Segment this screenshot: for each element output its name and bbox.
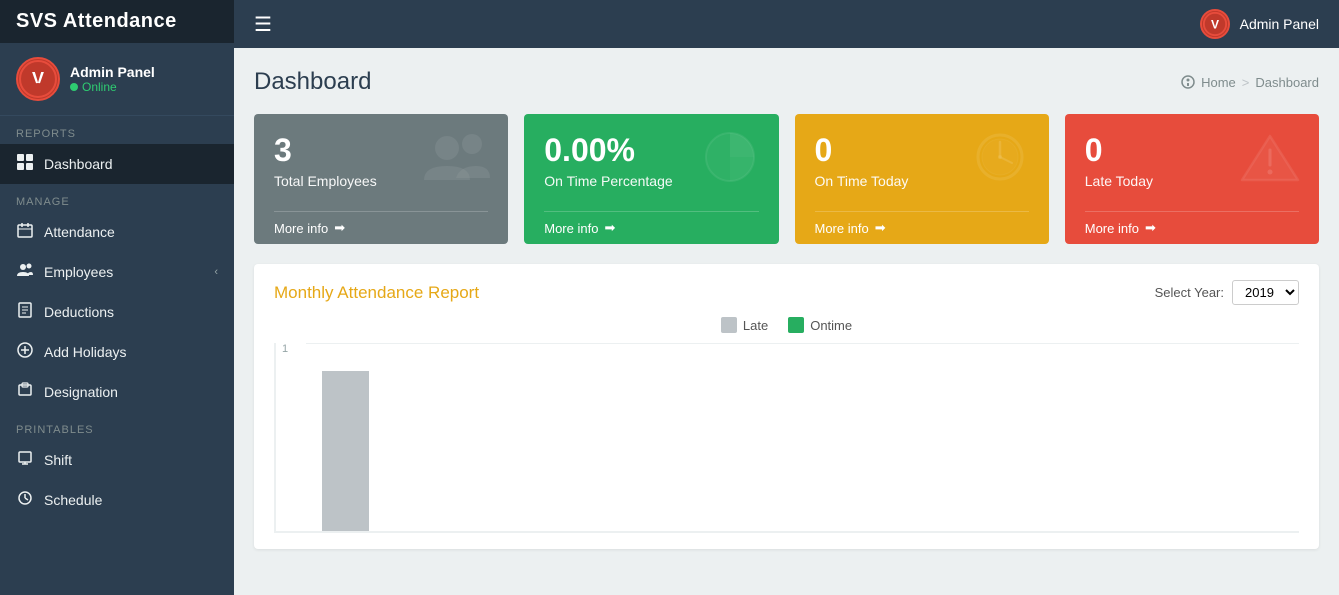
- breadcrumb: Home > Dashboard: [1181, 75, 1319, 90]
- schedule-icon: [16, 490, 34, 510]
- shift-icon: [16, 450, 34, 470]
- hamburger-button[interactable]: ☰: [254, 12, 272, 37]
- legend-ontime-box: [788, 317, 804, 333]
- chart-col-5: [638, 343, 717, 531]
- chart-col-11: [1137, 343, 1216, 531]
- card-on-time-today: 0 On Time Today More info ➡: [795, 114, 1049, 244]
- sidebar-item-employees-label: Employees: [44, 264, 113, 280]
- report-title: Monthly Attendance Report: [274, 283, 479, 303]
- chart-legend: Late Ontime: [274, 317, 1299, 333]
- on-time-percentage-icon: [698, 130, 763, 198]
- chart-col-9: [971, 343, 1050, 531]
- chart-area: 1: [274, 343, 1299, 533]
- sidebar-item-dashboard[interactable]: Dashboard: [0, 144, 234, 184]
- page-header: Dashboard Home > Dashboard: [254, 68, 1319, 96]
- section-manage: MANAGE: [0, 184, 234, 212]
- page-title: Dashboard: [254, 68, 371, 96]
- designation-icon: [16, 382, 34, 402]
- content-area: Dashboard Home > Dashboard 3 Total Emplo…: [234, 48, 1339, 595]
- chart-col-8: [888, 343, 967, 531]
- select-year-label: Select Year:: [1155, 285, 1224, 300]
- sidebar-item-employees[interactable]: Employees ‹: [0, 252, 234, 292]
- on-time-today-icon: [968, 130, 1033, 198]
- section-printables: PRINTABLES: [0, 412, 234, 440]
- sidebar-user: V Admin Panel Online: [0, 43, 234, 116]
- sidebar-item-designation[interactable]: Designation: [0, 372, 234, 412]
- report-header: Monthly Attendance Report Select Year: 2…: [274, 280, 1299, 305]
- late-today-icon: [1238, 130, 1303, 198]
- attendance-icon: [16, 222, 34, 242]
- chart-col-12: [1220, 343, 1299, 531]
- year-select[interactable]: 2019 2018 2017: [1232, 280, 1299, 305]
- chart-col-1: [306, 343, 385, 531]
- main-content: ☰ V Admin Panel Dashboard Home > Dashboa…: [234, 0, 1339, 595]
- sidebar-item-attendance[interactable]: Attendance: [0, 212, 234, 252]
- stat-cards: 3 Total Employees More info ➡ 0.: [254, 114, 1319, 244]
- sidebar: SVS Attendance V Admin Panel Online REPO…: [0, 0, 234, 595]
- chart-col-2: [389, 343, 468, 531]
- topbar-avatar: V: [1200, 9, 1230, 39]
- legend-late-box: [721, 317, 737, 333]
- legend-ontime-label: Ontime: [810, 318, 852, 333]
- chart-col-7: [804, 343, 883, 531]
- breadcrumb-separator: >: [1242, 75, 1250, 90]
- sidebar-item-deductions[interactable]: Deductions: [0, 292, 234, 332]
- report-section: Monthly Attendance Report Select Year: 2…: [254, 264, 1319, 549]
- topbar-right: V Admin Panel: [1200, 9, 1319, 39]
- employees-chevron: ‹: [214, 266, 218, 278]
- sidebar-item-attendance-label: Attendance: [44, 224, 115, 240]
- bar-late-1: [322, 371, 369, 531]
- sidebar-item-deductions-label: Deductions: [44, 304, 114, 320]
- user-name: Admin Panel: [70, 64, 155, 80]
- sidebar-item-dashboard-label: Dashboard: [44, 156, 113, 172]
- chart-col-10: [1054, 343, 1133, 531]
- section-reports: REPORTS: [0, 116, 234, 144]
- breadcrumb-current: Dashboard: [1255, 75, 1319, 90]
- chart-columns: [306, 343, 1299, 531]
- total-employees-icon: [422, 130, 492, 198]
- avatar: V: [16, 57, 60, 101]
- late-today-more-info[interactable]: More info ➡: [1085, 211, 1299, 244]
- sidebar-item-shift-label: Shift: [44, 452, 72, 468]
- legend-ontime: Ontime: [788, 317, 852, 333]
- svg-text:V: V: [1211, 18, 1219, 32]
- breadcrumb-home[interactable]: Home: [1201, 75, 1236, 90]
- select-year-group: Select Year: 2019 2018 2017: [1155, 280, 1299, 305]
- sidebar-item-designation-label: Designation: [44, 384, 118, 400]
- app-title: SVS Attendance: [0, 0, 234, 43]
- legend-late: Late: [721, 317, 768, 333]
- deductions-icon: [16, 302, 34, 322]
- sidebar-item-add-holidays-label: Add Holidays: [44, 344, 127, 360]
- status-dot: [70, 83, 78, 91]
- card-total-employees: 3 Total Employees More info ➡: [254, 114, 508, 244]
- chart-col-3: [472, 343, 551, 531]
- employees-icon: [16, 262, 34, 282]
- sidebar-item-add-holidays[interactable]: Add Holidays: [0, 332, 234, 372]
- topbar-admin-label: Admin Panel: [1240, 16, 1319, 32]
- topbar: ☰ V Admin Panel: [234, 0, 1339, 48]
- on-time-percentage-more-info[interactable]: More info ➡: [544, 211, 758, 244]
- card-late-today: 0 Late Today More info ➡: [1065, 114, 1319, 244]
- user-status: Online: [70, 80, 155, 94]
- sidebar-item-shift[interactable]: Shift: [0, 440, 234, 480]
- chart-col-4: [555, 343, 634, 531]
- chart-y-label: 1: [282, 343, 288, 355]
- chart-col-6: [721, 343, 800, 531]
- sidebar-item-schedule[interactable]: Schedule: [0, 480, 234, 520]
- sidebar-item-schedule-label: Schedule: [44, 492, 102, 508]
- dashboard-icon: [16, 154, 34, 174]
- total-employees-more-info[interactable]: More info ➡: [274, 211, 488, 244]
- add-holidays-icon: [16, 342, 34, 362]
- on-time-today-more-info[interactable]: More info ➡: [815, 211, 1029, 244]
- legend-late-label: Late: [743, 318, 768, 333]
- card-on-time-percentage: 0.00% On Time Percentage More info ➡: [524, 114, 778, 244]
